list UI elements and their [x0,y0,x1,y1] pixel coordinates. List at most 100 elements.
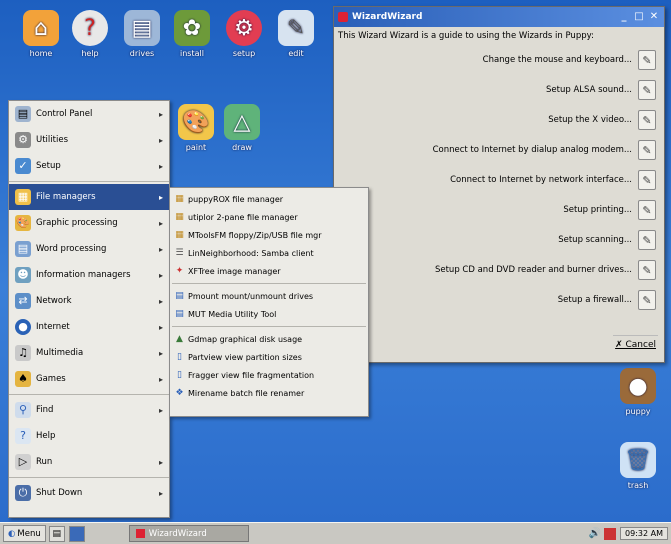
desktop-icon-edit[interactable]: ✎ edit [270,10,322,58]
wizard-launch-button[interactable]: ✎ [638,260,656,280]
submenu-item[interactable]: ❖ Mirename batch file renamer [170,384,368,402]
multimedia-icon: ♫ [15,345,31,361]
menu-item-control-panel[interactable]: ▤ Control Panel ▸ [9,101,169,127]
submenu-arrow-icon: ▸ [158,348,163,358]
menu-separator [9,477,169,478]
menu-item-shut-down[interactable]: ⏻ Shut Down ▸ [9,480,169,506]
wizard-launch-button[interactable]: ✎ [638,80,656,100]
submenu-arrow-icon: ▸ [158,374,163,384]
submenu-arrow-icon: ▸ [158,192,163,202]
find-icon: ⚲ [15,402,31,418]
wizard-row: Setup the X video... ✎ [334,105,664,135]
wizard-row: Setup printing... ✎ [334,195,664,225]
menu-item-graphic-processing[interactable]: 🎨 Graphic processing ▸ [9,210,169,236]
trash-icon: 🗑 [620,442,656,478]
wizard-row: Change the mouse and keyboard... ✎ [334,45,664,75]
menu-icon: ◐ [8,528,16,539]
menu-item-multimedia[interactable]: ♫ Multimedia ▸ [9,340,169,366]
desktop-icon-home[interactable]: ⌂ home [15,10,67,58]
start-menu-button[interactable]: ◐ Menu [3,525,46,542]
wizard-launch-button[interactable]: ✎ [638,140,656,160]
desktop-icon-paint[interactable]: 🎨 paint [170,104,222,152]
desktop-icon-draw[interactable]: △ draw [216,104,268,152]
file-managers-submenu: ▦ puppyROX file manager ▦ utiplor 2-pane f… [169,187,369,417]
submenu-arrow-icon: ▸ [158,488,163,498]
wizard-launch-button[interactable]: ✎ [638,170,656,190]
file-manager-icon: ▦ [175,211,184,222]
menu-item-setup[interactable]: ✓ Setup ▸ [9,153,169,179]
submenu-arrow-icon: ▸ [158,244,163,254]
submenu-item[interactable]: ▯ Fragger view file fragmentation [170,366,368,384]
menu-item-games[interactable]: ♠ Games ▸ [9,366,169,392]
wizard-row: Setup scanning... ✎ [334,225,664,255]
taskbar-task-wizardwizard[interactable]: WizardWizard [128,525,249,542]
desktop-icon-puppy[interactable]: ● puppy [612,368,664,416]
desktop-icon-install[interactable]: ✿ install [166,10,218,58]
volume-icon[interactable]: 🔊 [589,528,601,539]
submenu-item[interactable]: ▦ MToolsFM floppy/Zip/USB file mgr [170,226,368,244]
wizard-launch-button[interactable]: ✎ [638,50,656,70]
cancel-button[interactable]: ✗ Cancel [613,335,658,354]
menu-separator [9,394,169,395]
wizard-launch-button[interactable]: ✎ [638,200,656,220]
desktop-icon-trash[interactable]: 🗑 trash [612,442,664,490]
menu-item-file-managers[interactable]: ▦ File managers ▸ [9,184,169,210]
clock[interactable]: 09:32 AM [620,527,668,540]
submenu-item[interactable]: ▤ MUT Media Utility Tool [170,305,368,323]
wizard-row: Connect to Internet by network interface… [334,165,664,195]
submenu-item[interactable]: ☰ LinNeighborhood: Samba client [170,244,368,262]
minimize-icon[interactable]: _ [618,11,630,23]
desktop-icon-help[interactable]: ? help [64,10,116,58]
submenu-item[interactable]: ▲ Gdmap graphical disk usage [170,330,368,348]
menu-item-word-processing[interactable]: ▤ Word processing ▸ [9,236,169,262]
wizard-row: Setup ALSA sound... ✎ [334,75,664,105]
drives-icon: ▤ [124,10,160,46]
network-status-icon[interactable] [604,527,617,540]
file-manager-icon: ▦ [175,229,184,240]
draw-icon: △ [224,104,260,140]
image-manager-icon: ✦ [175,265,184,276]
menu-item-network[interactable]: ⇄ Network ▸ [9,288,169,314]
home-icon: ⌂ [23,10,59,46]
desktop-icon-drives[interactable]: ▤ drives [116,10,168,58]
menu-item-help[interactable]: ? Help [9,423,169,449]
wizard-launch-button[interactable]: ✎ [638,230,656,250]
wizard-launch-button[interactable]: ✎ [638,110,656,130]
quicklaunch-icon[interactable] [68,525,85,542]
cancel-icon: ✗ [615,340,626,350]
edit-icon: ✎ [278,10,314,46]
submenu-arrow-icon: ▸ [158,405,163,415]
paint-icon: 🎨 [178,104,214,140]
utilities-icon: ⚙ [15,132,31,148]
drive-icon: ▤ [175,308,184,319]
submenu-item[interactable]: ✦ XFTree image manager [170,262,368,280]
network-icon: ⇄ [15,293,31,309]
wizard-row: Connect to Internet by dialup analog mod… [334,135,664,165]
submenu-arrow-icon: ▸ [158,135,163,145]
menu-item-run[interactable]: ▷ Run ▸ [9,449,169,475]
submenu-arrow-icon: ▸ [158,161,163,171]
quicklaunch-icon[interactable]: ▤ [48,525,65,542]
install-icon: ✿ [174,10,210,46]
submenu-item[interactable]: ▦ utiplor 2-pane file manager [170,208,368,226]
maximize-icon[interactable]: □ [633,11,645,23]
menu-item-internet[interactable]: ● Internet ▸ [9,314,169,340]
disk-usage-icon: ▲ [176,333,183,344]
menu-separator [9,181,169,182]
menu-item-utilities[interactable]: ⚙ Utilities ▸ [9,127,169,153]
start-menu: ▤ Control Panel ▸ ⚙ Utilities ▸ ✓ Setup ▸ ▦ Fil… [8,100,170,518]
shutdown-icon: ⏻ [15,485,31,501]
submenu-arrow-icon: ▸ [158,322,163,332]
submenu-item[interactable]: ▯ Partview view partition sizes [170,348,368,366]
wizard-row: Setup CD and DVD reader and burner drive… [334,255,664,285]
submenu-item[interactable]: ▦ puppyROX file manager [170,190,368,208]
folder-icon: ▦ [15,189,31,205]
menu-item-information-managers[interactable]: ☻ Information managers ▸ [9,262,169,288]
desktop-icon-setup[interactable]: ⚙ setup [218,10,270,58]
close-icon[interactable]: ✕ [648,11,660,23]
wizard-launch-button[interactable]: ✎ [638,290,656,310]
window-titlebar[interactable]: WizardWizard _ □ ✕ [334,7,664,27]
wizardwizard-window: WizardWizard _ □ ✕ This Wizard Wizard is… [333,6,665,363]
menu-item-find[interactable]: ⚲ Find ▸ [9,397,169,423]
submenu-item[interactable]: ▤ Pmount mount/unmount drives [170,287,368,305]
